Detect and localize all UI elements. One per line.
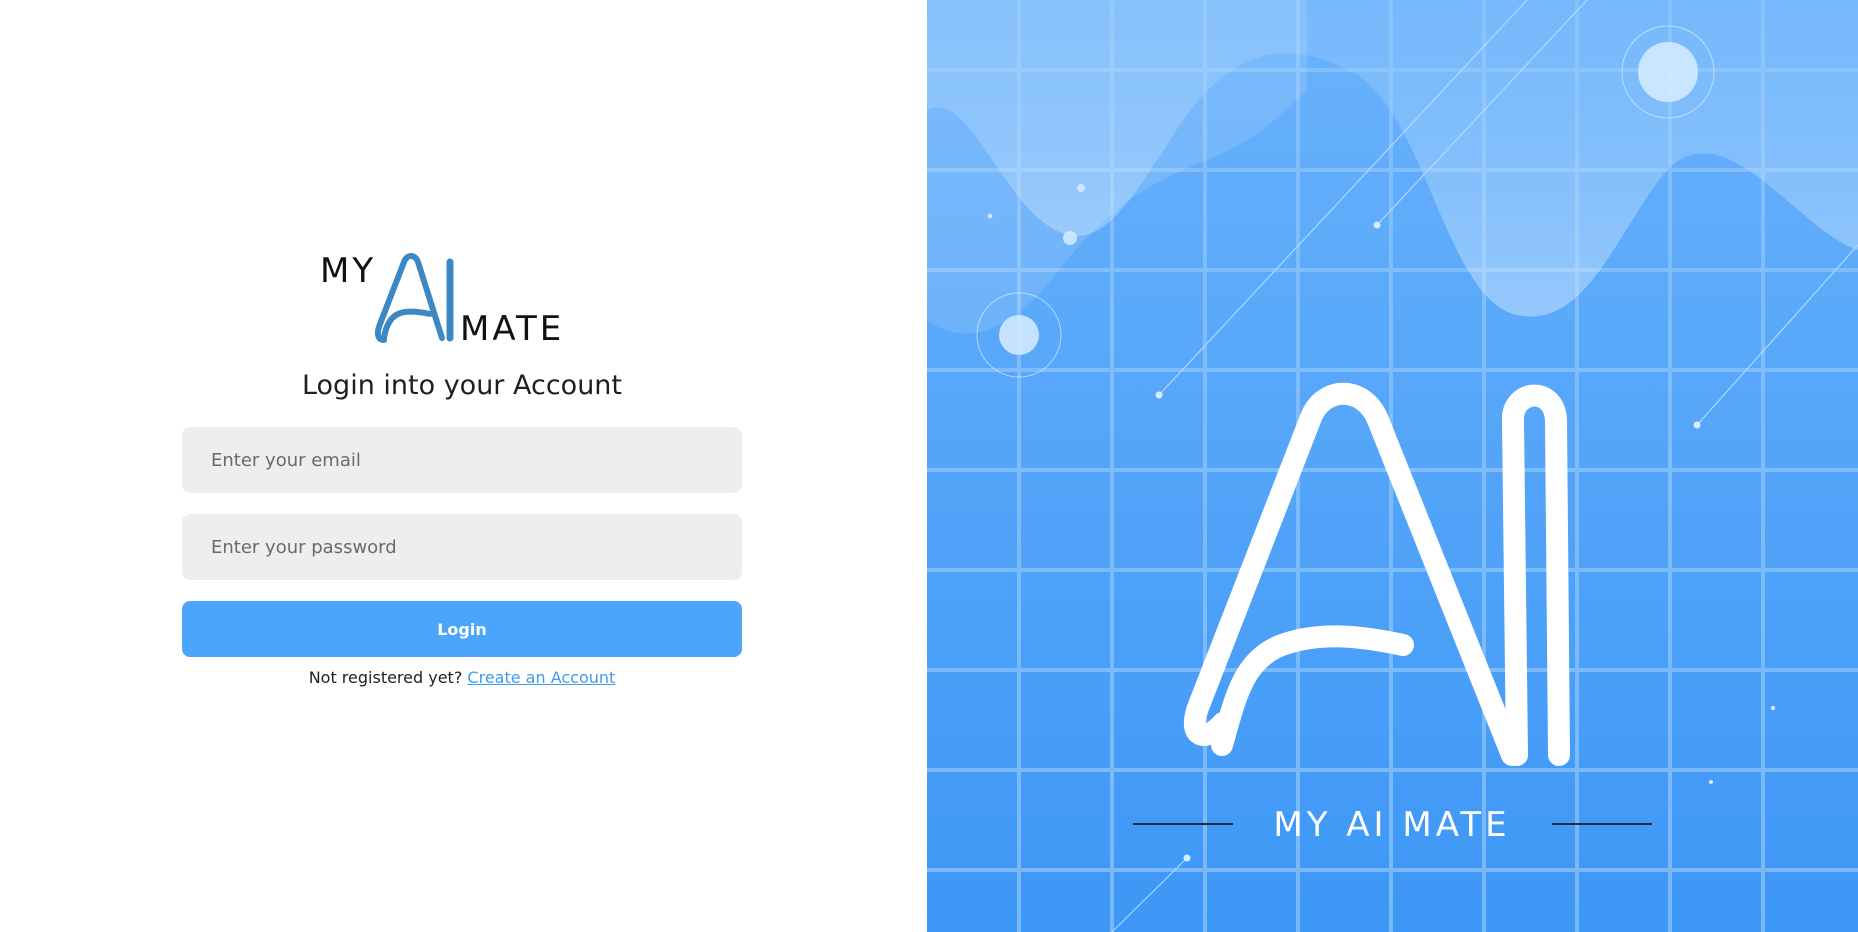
password-field[interactable]: [182, 514, 742, 580]
create-account-link[interactable]: Create an Account: [467, 668, 615, 687]
page-title: Login into your Account: [301, 370, 623, 401]
login-page: MY MATE Login into your Account Login No…: [0, 0, 1858, 932]
hero-illustration: MY AI MATE: [927, 0, 1858, 932]
logo-bottom-text: MATE: [460, 309, 564, 349]
register-prompt: Not registered yet? Create an Account: [182, 668, 742, 687]
login-button[interactable]: Login: [182, 601, 742, 657]
hero-panel: MY AI MATE: [927, 0, 1858, 932]
register-prompt-text: Not registered yet?: [308, 668, 463, 687]
my-ai-mate-logo: MY MATE: [320, 251, 564, 349]
tagline-text: MY AI MATE: [1273, 805, 1510, 845]
email-field[interactable]: [182, 427, 742, 493]
logo-a-crossbar: [381, 308, 433, 341]
login-panel: MY MATE Login into your Account Login No…: [0, 0, 927, 932]
logo-top-text: MY: [320, 251, 376, 291]
